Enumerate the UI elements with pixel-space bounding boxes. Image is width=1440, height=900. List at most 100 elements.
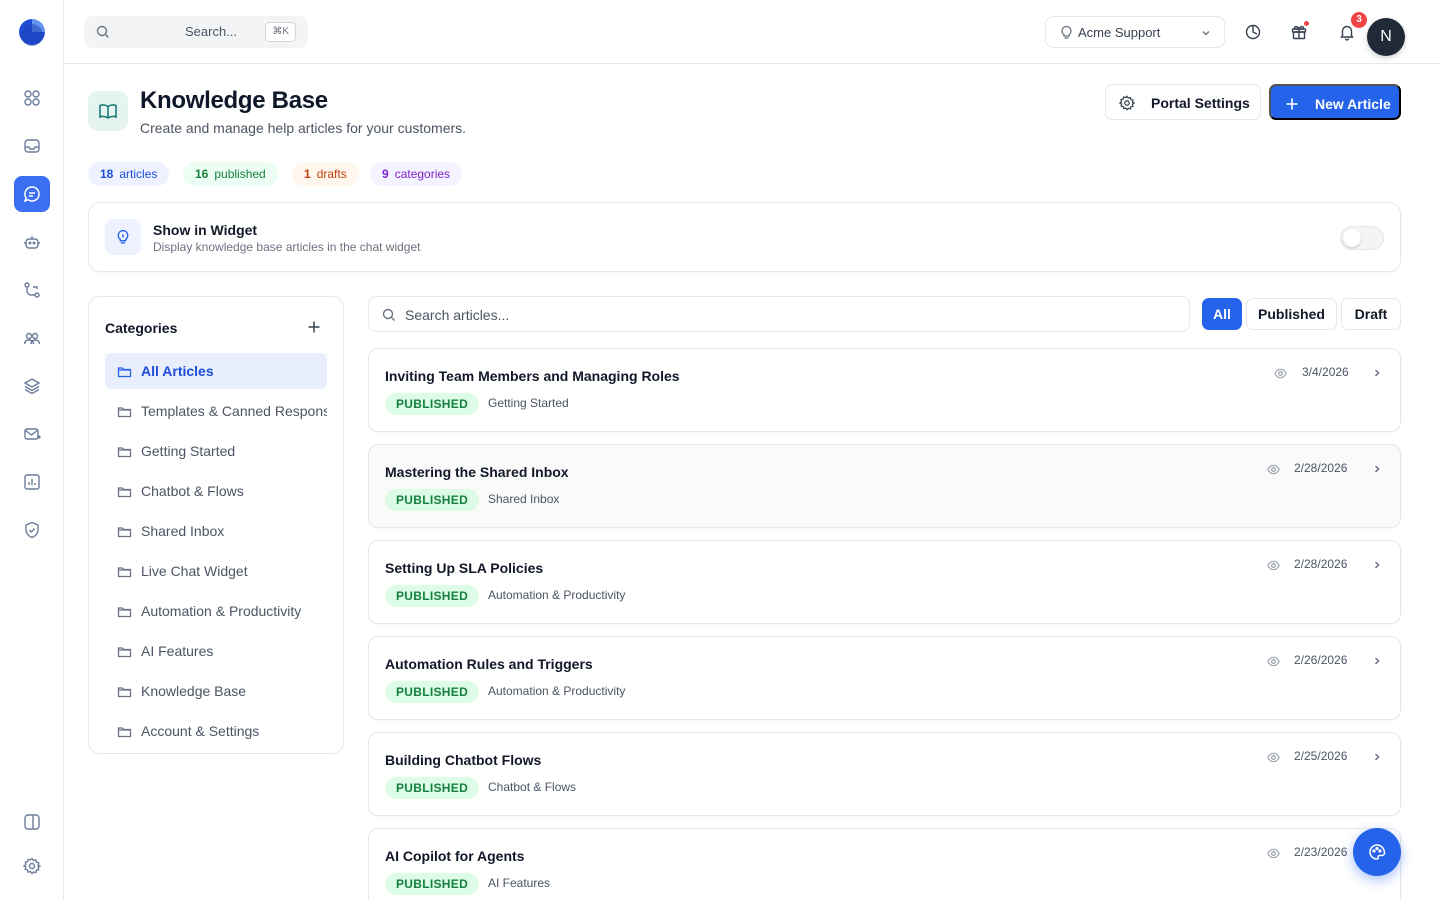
category-item[interactable]: Templates & Canned Responses xyxy=(105,393,327,429)
article-category: Automation & Productivity xyxy=(488,684,626,698)
team-icon xyxy=(23,329,41,347)
chevron-right-icon xyxy=(1371,463,1383,475)
chat-launcher-button[interactable] xyxy=(1353,828,1401,876)
categories-panel: Categories All Articles Templates & Canne… xyxy=(88,296,344,754)
filter-draft[interactable]: Draft xyxy=(1341,298,1401,330)
folder-icon xyxy=(117,564,132,579)
notification-count-badge: 3 xyxy=(1351,12,1367,28)
chevron-right-icon xyxy=(1371,751,1383,763)
eye-icon xyxy=(1267,847,1280,860)
chat-icon xyxy=(23,185,41,203)
category-label: Templates & Canned Responses xyxy=(141,403,327,419)
nav-inbox[interactable] xyxy=(14,128,50,164)
article-search[interactable] xyxy=(368,296,1190,332)
nav-dashboard[interactable] xyxy=(14,80,50,116)
category-label: Live Chat Widget xyxy=(141,563,248,579)
workspace-select[interactable]: Acme Support xyxy=(1045,16,1225,48)
portal-settings-label: Portal Settings xyxy=(1151,95,1250,111)
show-in-widget-toggle[interactable] xyxy=(1340,226,1384,250)
filter-published[interactable]: Published xyxy=(1246,298,1337,330)
toggle-knob xyxy=(1343,229,1361,247)
folder-icon xyxy=(117,524,132,539)
article-title: Automation Rules and Triggers xyxy=(385,656,593,672)
category-label: Knowledge Base xyxy=(141,683,247,699)
panel-icon xyxy=(23,813,41,831)
status-badge: PUBLISHED xyxy=(385,777,480,799)
nav-toggle-panel[interactable] xyxy=(14,804,50,840)
mail-icon xyxy=(23,425,41,443)
article-date: 2/25/2026 xyxy=(1294,749,1348,763)
category-item[interactable]: AI Features xyxy=(105,633,327,669)
app-logo[interactable] xyxy=(18,15,46,49)
category-item[interactable]: Account & Settings xyxy=(105,713,327,749)
book-icon xyxy=(88,91,128,131)
nav-mail[interactable] xyxy=(14,416,50,452)
article-category: Chatbot & Flows xyxy=(488,780,577,794)
nav-bot[interactable] xyxy=(14,224,50,260)
chevron-right-icon xyxy=(1371,559,1383,571)
global-search[interactable]: Search... ⌘K xyxy=(84,16,308,48)
article-title: Building Chatbot Flows xyxy=(385,752,542,768)
article-date: 2/28/2026 xyxy=(1294,557,1348,571)
category-item[interactable]: Knowledge Base xyxy=(105,673,327,709)
shield-icon xyxy=(23,521,41,539)
new-article-button[interactable]: New Article xyxy=(1269,84,1401,120)
nav-reports[interactable] xyxy=(14,464,50,500)
article-title: AI Copilot for Agents xyxy=(385,848,525,864)
article-card[interactable]: Building Chatbot Flows PUBLISHED Chatbot &… xyxy=(368,732,1401,816)
article-date: 2/23/2026 xyxy=(1294,845,1348,859)
folder-icon xyxy=(117,644,132,659)
article-card[interactable]: Inviting Team Members and Managing Roles… xyxy=(368,348,1401,432)
sidebar-rail xyxy=(0,0,64,900)
article-category: Getting Started xyxy=(488,396,569,410)
top-bar: Search... ⌘K Acme Support 3 N xyxy=(64,0,1440,64)
article-date: 2/28/2026 xyxy=(1294,461,1348,475)
eye-icon xyxy=(1267,463,1280,476)
grid-icon xyxy=(23,89,41,107)
category-label: Chatbot & Flows xyxy=(141,483,244,499)
category-item[interactable]: All Articles xyxy=(105,353,327,389)
article-card[interactable]: AI Copilot for Agents PUBLISHED AI Feature… xyxy=(368,828,1401,900)
bulb-icon xyxy=(105,219,141,255)
article-category: AI Features xyxy=(488,876,551,890)
chevron-right-icon xyxy=(1371,367,1383,379)
palette-icon xyxy=(1368,843,1386,861)
plus-icon[interactable] xyxy=(307,320,321,334)
workspace-name: Acme Support xyxy=(1078,25,1161,40)
nav-knowledge-base[interactable] xyxy=(14,176,50,212)
widget-settings-card: Show in Widget Display knowledge base ar… xyxy=(88,202,1401,272)
nav-layers[interactable] xyxy=(14,368,50,404)
filter-all[interactable]: All xyxy=(1202,298,1242,330)
article-card[interactable]: Setting Up SLA Policies PUBLISHED Automati… xyxy=(368,540,1401,624)
stat-categories: 9 categories xyxy=(370,162,463,186)
layers-icon xyxy=(23,377,41,395)
category-item[interactable]: Automation & Productivity xyxy=(105,593,327,629)
search-shortcut-hint: ⌘K xyxy=(265,22,296,42)
article-category: Automation & Productivity xyxy=(488,588,626,602)
folder-icon xyxy=(117,364,132,379)
status-badge: PUBLISHED xyxy=(385,393,480,415)
article-card[interactable]: Mastering the Shared Inbox PUBLISHED Share… xyxy=(368,444,1401,528)
category-item[interactable]: Getting Started xyxy=(105,433,327,469)
stat-articles: 18 articles xyxy=(88,162,170,186)
article-title: Mastering the Shared Inbox xyxy=(385,464,569,480)
gear-icon xyxy=(23,857,41,875)
stat-published: 16 published xyxy=(183,162,278,186)
nav-settings[interactable] xyxy=(14,848,50,884)
category-item[interactable]: Chatbot & Flows xyxy=(105,473,327,509)
folder-icon xyxy=(117,604,132,619)
status-badge: PUBLISHED xyxy=(385,681,480,703)
article-card[interactable]: Automation Rules and Triggers PUBLISHED Au… xyxy=(368,636,1401,720)
user-avatar[interactable]: N xyxy=(1367,18,1405,56)
nav-security[interactable] xyxy=(14,512,50,548)
status-icon[interactable] xyxy=(1244,23,1262,41)
category-item[interactable]: Shared Inbox xyxy=(105,513,327,549)
status-badge: PUBLISHED xyxy=(385,489,480,511)
category-item[interactable]: Live Chat Widget xyxy=(105,553,327,589)
nav-flows[interactable] xyxy=(14,272,50,308)
article-search-input[interactable] xyxy=(405,305,1165,325)
eye-icon xyxy=(1267,559,1280,572)
nav-team[interactable] xyxy=(14,320,50,356)
portal-settings-button[interactable]: Portal Settings xyxy=(1105,84,1261,120)
eye-icon xyxy=(1267,751,1280,764)
